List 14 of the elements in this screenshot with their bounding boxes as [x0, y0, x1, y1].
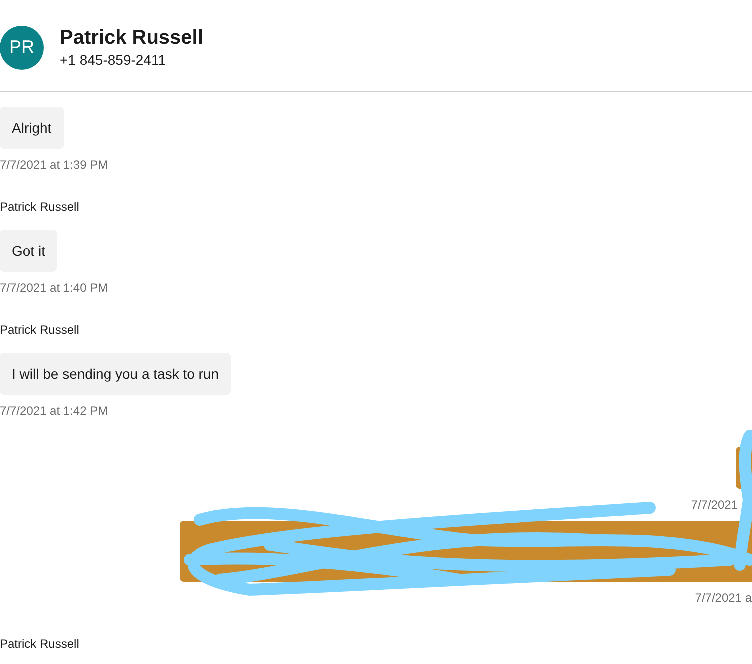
message-bubble: Got it — [0, 230, 58, 272]
sender-name: Patrick Russell — [0, 636, 80, 652]
phone-number: +1 845-859-2411 — [60, 50, 167, 70]
timestamp: 7/7/2021 at 1:42 PM — [0, 403, 108, 419]
sender-name: Patrick Russell — [0, 322, 80, 338]
avatar: PR — [0, 26, 44, 70]
timestamp: 7/7/2021 at 1:40 PM — [0, 280, 108, 296]
timestamp: 7/7/2021 — [691, 497, 738, 513]
contact-name: Patrick Russell — [60, 26, 204, 50]
message-bubble: I will be sending you a task to run — [0, 353, 232, 395]
message-bubble: Alright — [0, 107, 64, 149]
timestamp: 7/7/2021 at 1:39 PM — [0, 157, 108, 173]
timestamp: 7/7/2021 a — [695, 590, 752, 606]
sender-name: Patrick Russell — [0, 199, 80, 215]
